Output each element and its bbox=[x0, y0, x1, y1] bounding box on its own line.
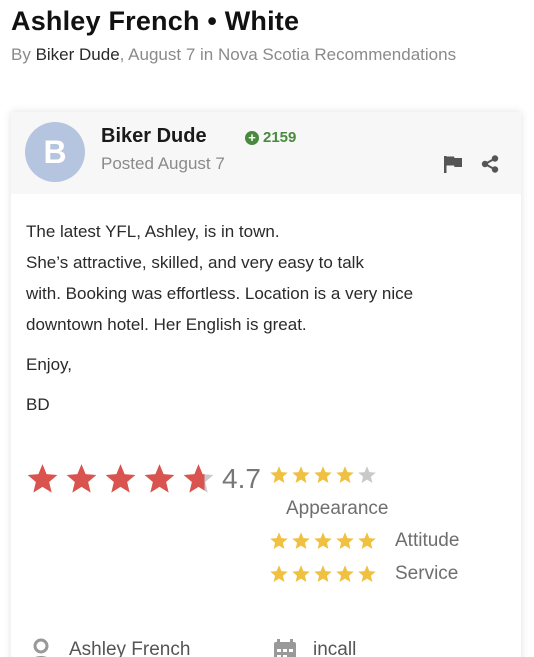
reputation-badge: + 2159 bbox=[245, 129, 296, 146]
field-type: incall bbox=[273, 638, 356, 657]
post-signature: BD bbox=[26, 395, 50, 414]
post-line: The latest YFL, Ashley, is in town. bbox=[26, 222, 280, 241]
topic-meta: By Biker Dude, August 7 in Nova Scotia R… bbox=[11, 45, 456, 65]
attitude-star bbox=[358, 532, 376, 549]
overall-star bbox=[105, 464, 136, 493]
person-icon bbox=[33, 638, 49, 657]
overall-star bbox=[144, 464, 175, 493]
flag-icon[interactable] bbox=[443, 155, 463, 173]
field-type-value: incall bbox=[313, 639, 357, 657]
attitude-label: Attitude bbox=[395, 530, 460, 551]
topic-title: Ashley French • White bbox=[11, 6, 300, 36]
service-label: Service bbox=[395, 563, 459, 584]
field-name: Ashley French bbox=[29, 638, 190, 657]
service-stars bbox=[269, 564, 379, 584]
service-star bbox=[358, 565, 376, 582]
appearance-label: Appearance bbox=[286, 498, 389, 519]
attitude-star bbox=[336, 532, 354, 549]
topic-author-link[interactable]: Biker Dude bbox=[36, 45, 120, 64]
appearance-star bbox=[358, 466, 376, 483]
attitude-star bbox=[270, 532, 288, 549]
posted-date[interactable]: Posted August 7 bbox=[101, 154, 225, 174]
reputation-count: 2159 bbox=[263, 129, 297, 146]
post-signoff: Enjoy, bbox=[26, 355, 72, 374]
appearance-star bbox=[336, 466, 354, 483]
service-star bbox=[336, 565, 354, 582]
attitude-star bbox=[292, 532, 310, 549]
post-header: B Biker Dude + 2159 Posted August 7 bbox=[11, 112, 521, 194]
post-card: B Biker Dude + 2159 Posted August 7 The … bbox=[11, 112, 521, 657]
overall-star bbox=[66, 464, 97, 493]
attitude-star bbox=[314, 532, 332, 549]
overall-star bbox=[27, 464, 58, 493]
field-name-value: Ashley French bbox=[69, 639, 191, 657]
by-prefix: By bbox=[11, 45, 36, 64]
post-line: She’s attractive, skilled, and very easy… bbox=[26, 253, 364, 272]
post-line: downtown hotel. Her English is great. bbox=[26, 315, 307, 334]
plus-circle-icon: + bbox=[245, 130, 259, 145]
attitude-stars bbox=[269, 531, 379, 551]
calendar-icon bbox=[274, 639, 296, 657]
overall-rating: 4.7 bbox=[25, 462, 261, 496]
service-star bbox=[270, 565, 288, 582]
service-star bbox=[314, 565, 332, 582]
avatar[interactable]: B bbox=[25, 122, 85, 182]
post-line: with. Booking was effortless. Location i… bbox=[26, 284, 414, 303]
post-body: The latest YFL, Ashley, is in town. She’… bbox=[26, 216, 506, 420]
appearance-star bbox=[270, 466, 288, 483]
service-star bbox=[292, 565, 310, 582]
poster-name-link[interactable]: Biker Dude bbox=[101, 125, 207, 148]
appearance-star bbox=[314, 466, 332, 483]
topic-meta-rest: , August 7 in Nova Scotia Recommendation… bbox=[119, 45, 457, 64]
overall-star bbox=[183, 464, 214, 493]
overall-rating-value: 4.7 bbox=[222, 463, 261, 494]
appearance-stars bbox=[269, 465, 379, 485]
appearance-star bbox=[292, 466, 310, 483]
share-icon[interactable] bbox=[481, 155, 499, 173]
